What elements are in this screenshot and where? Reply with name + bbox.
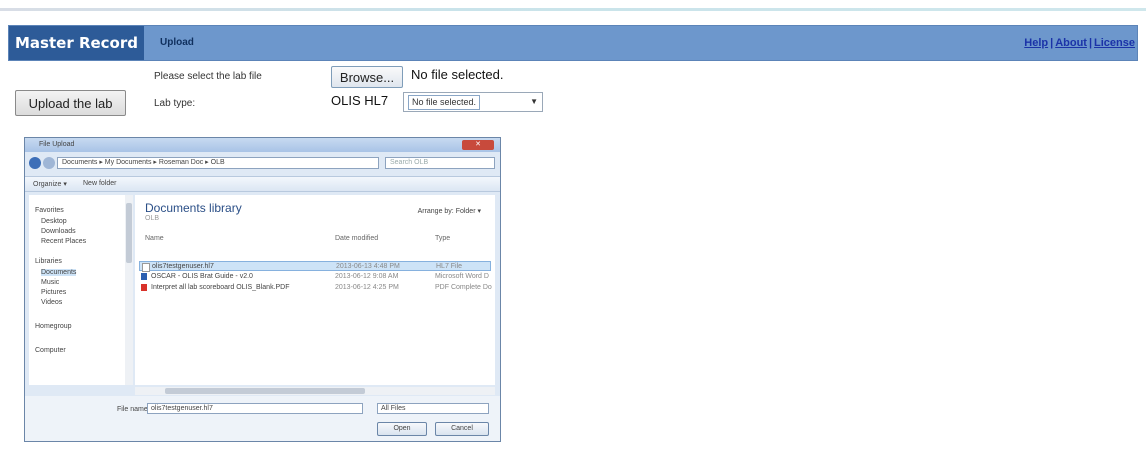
brand-title: Master Record (9, 26, 144, 60)
file-row: OSCAR - OLIS Brat Guide - v2.0 2013-06-1… (139, 272, 491, 282)
file-name-label: File name: (117, 406, 150, 413)
file-icon (142, 263, 150, 272)
header-links: Help | About | License (1024, 26, 1135, 60)
license-link[interactable]: License (1094, 37, 1135, 49)
dialog-footer: File name: olis7testgenuser.hl7 All File… (25, 396, 500, 441)
library-subtitle: OLB (145, 215, 160, 222)
top-divider (0, 8, 1146, 11)
about-link[interactable]: About (1055, 37, 1087, 49)
file-name: olis7testgenuser.hl7 (152, 263, 214, 270)
file-type: Microsoft Word D (435, 273, 489, 280)
lab-type-select[interactable]: No file selected. ▼ (403, 92, 543, 112)
section-title: Upload (160, 37, 194, 48)
nav-item: Computer (35, 347, 66, 354)
dialog-vertical-scrollbar (125, 195, 133, 385)
nav-item: Libraries (35, 258, 62, 265)
close-icon: ✕ (462, 140, 494, 150)
nav-item: Downloads (41, 228, 76, 235)
dialog-horizontal-scrollbar (135, 387, 495, 395)
dialog-search: Search OLB (385, 157, 495, 169)
cancel-button: Cancel (435, 422, 489, 436)
file-type: HL7 File (436, 263, 463, 270)
file-name: Interpret all lab scoreboard OLIS_Blank.… (151, 284, 290, 291)
arrange-by: Arrange by: Folder ▾ (417, 208, 481, 215)
dialog-nav-pane: Favorites Desktop Downloads Recent Place… (29, 195, 125, 385)
file-type-field: All Files (377, 403, 489, 414)
dialog-file-list: Documents library OLB Arrange by: Folder… (135, 195, 495, 385)
address-path: Documents ▸ My Documents ▸ Roseman Doc ▸… (57, 157, 379, 169)
organize-menu: Organize ▾ (33, 181, 67, 188)
address-bar: Documents ▸ My Documents ▸ Roseman Doc ▸… (29, 156, 497, 171)
select-value: No file selected. (408, 95, 481, 110)
nav-item: Desktop (41, 218, 67, 225)
file-name-field: olis7testgenuser.hl7 (147, 403, 363, 414)
help-link[interactable]: Help (1024, 37, 1048, 49)
file-upload-dialog-image: File Upload ✕ Documents ▸ My Documents ▸… (24, 137, 501, 442)
nav-item: Homegroup (35, 323, 72, 330)
header-bar: Master Record Upload Help | About | License (8, 25, 1138, 61)
nav-item: Favorites (35, 207, 64, 214)
word-doc-icon (141, 273, 147, 280)
file-date: 2013-06-12 9:08 AM (335, 273, 399, 280)
browse-button[interactable]: Browse... (331, 66, 403, 88)
nav-item: Documents (41, 269, 77, 276)
lab-type-label: Lab type: (154, 98, 196, 109)
no-file-text: No file selected. (411, 67, 504, 82)
lab-type-value: OLIS HL7 (331, 93, 389, 108)
chevron-down-icon: ▼ (530, 97, 538, 106)
nav-item: Videos (41, 299, 63, 306)
upload-lab-button[interactable]: Upload the lab (15, 90, 126, 116)
nav-item: Pictures (41, 289, 67, 296)
nav-item: Recent Places (41, 238, 87, 245)
select-lab-file-label: Please select the lab file (154, 71, 262, 82)
file-type: PDF Complete Do (435, 284, 492, 291)
forward-icon (43, 157, 55, 169)
file-date: 2013-06-13 4:48 PM (336, 263, 400, 270)
column-date: Date modified (335, 235, 379, 242)
column-type: Type (435, 235, 451, 242)
dialog-title: File Upload (39, 141, 75, 148)
new-folder-button: New folder (83, 180, 117, 187)
link-separator: | (1088, 37, 1093, 49)
back-icon (29, 157, 41, 169)
column-name: Name (145, 235, 164, 242)
pdf-icon (141, 284, 147, 291)
library-title: Documents library (145, 201, 242, 215)
dialog-titlebar: File Upload ✕ (25, 138, 500, 152)
open-button: Open (377, 422, 427, 436)
nav-item: Music (41, 279, 60, 286)
dialog-toolbar: Organize ▾ New folder (25, 176, 500, 192)
file-name: OSCAR - OLIS Brat Guide - v2.0 (151, 273, 253, 280)
file-row: Interpret all lab scoreboard OLIS_Blank.… (139, 283, 492, 293)
file-row: olis7testgenuser.hl7 2013-06-13 4:48 PM … (139, 261, 491, 272)
file-date: 2013-06-12 4:25 PM (335, 284, 399, 291)
